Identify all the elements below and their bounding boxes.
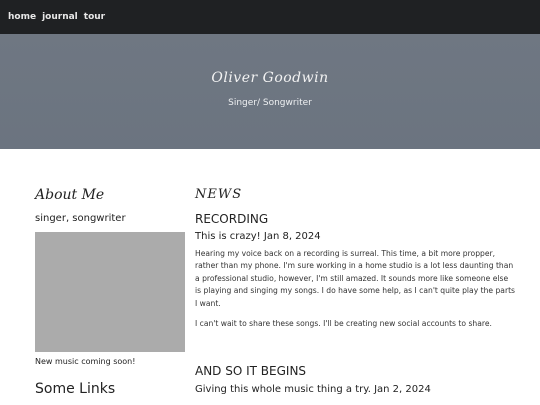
- links-heading: Some Links: [35, 381, 116, 397]
- news-heading: NEWS: [195, 187, 243, 202]
- post-subtitle: This is crazy! Jan 8, 2024: [195, 231, 321, 242]
- post-paragraph: I can't wait to share these songs. I'll …: [195, 319, 492, 329]
- news-section: NEWS RECORDING This is crazy! Jan 8, 202…: [195, 185, 515, 395]
- post-subtitle: Giving this whole music thing a try. Jan…: [195, 384, 431, 395]
- top-nav: home journal tour: [0, 0, 540, 34]
- post-title: AND SO IT BEGINS: [195, 364, 307, 378]
- about-sidebar: About Me singer, songwriter New music co…: [35, 185, 185, 397]
- news-post-recording: RECORDING This is crazy! Jan 8, 2024 Hea…: [195, 212, 515, 330]
- nav-link-home[interactable]: home: [8, 12, 36, 22]
- artist-name: Oliver Goodwin: [211, 70, 329, 86]
- news-post-and-so-it-begins: AND SO IT BEGINS Giving this whole music…: [195, 364, 515, 395]
- nav-link-tour[interactable]: tour: [84, 12, 105, 22]
- artist-tagline: Singer/ Songwriter: [228, 98, 312, 108]
- nav-link-journal[interactable]: journal: [42, 12, 78, 22]
- artist-photo-placeholder: [35, 232, 185, 352]
- post-body: Hearing my voice back on a recording is …: [195, 248, 515, 330]
- post-paragraph: Hearing my voice back on a recording is …: [195, 249, 516, 308]
- hero-banner: Oliver Goodwin Singer/ Songwriter: [0, 34, 540, 149]
- post-title: RECORDING: [195, 212, 269, 226]
- photo-caption: New music coming soon!: [35, 357, 136, 366]
- artist-role: singer, songwriter: [35, 213, 126, 224]
- about-heading: About Me: [35, 187, 105, 203]
